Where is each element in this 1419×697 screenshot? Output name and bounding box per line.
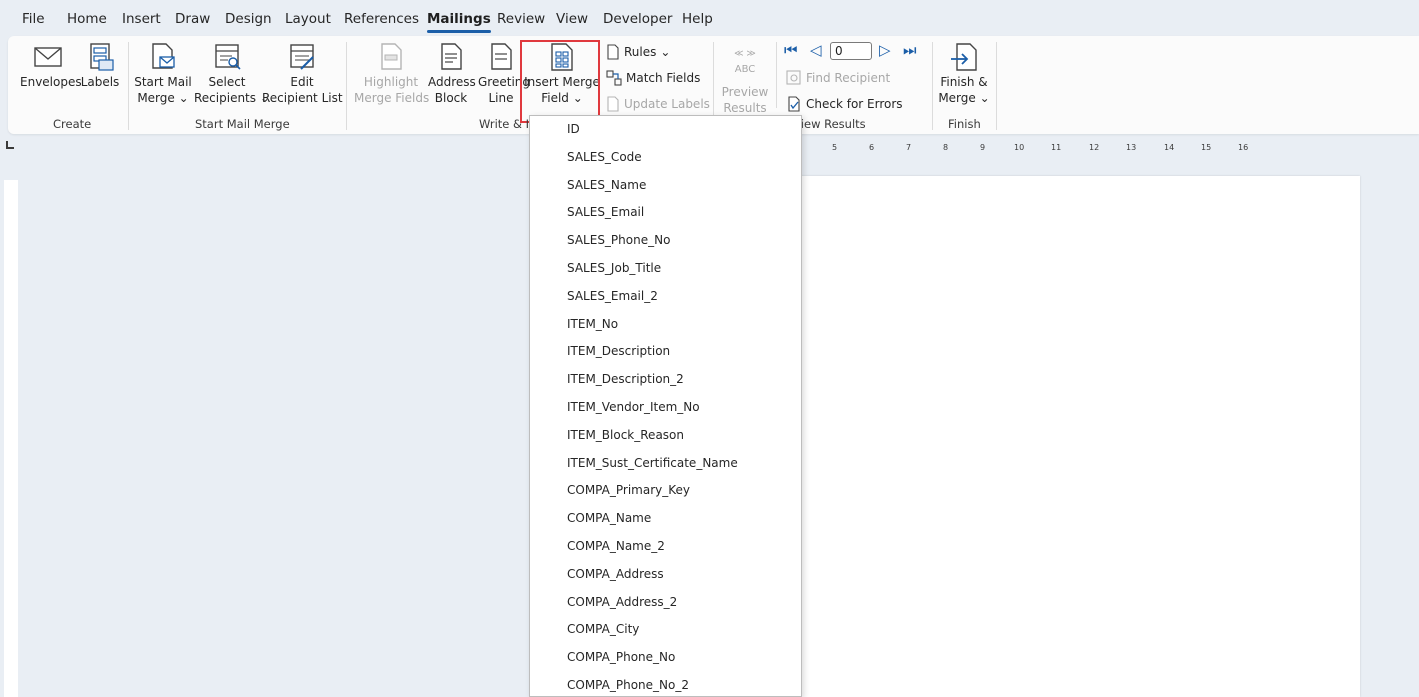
- check-errors-icon: [788, 96, 800, 112]
- preview-results-button[interactable]: ≪ ≫ ABC Preview Results: [718, 42, 772, 116]
- tab-home[interactable]: Home: [67, 11, 107, 27]
- envelopes-button[interactable]: Envelopes: [20, 42, 82, 90]
- group-label-create: Create: [53, 117, 92, 131]
- update-labels-button[interactable]: Update Labels: [606, 96, 710, 112]
- merge-field-item[interactable]: SALES_Email_2: [530, 283, 801, 311]
- address-block-icon: [441, 43, 462, 70]
- preview-arrows-icon: ≪ ≫: [734, 49, 756, 59]
- edit-recipient-list-icon: [290, 44, 314, 70]
- edit-recipient-list-button[interactable]: Edit Recipient List: [262, 42, 343, 106]
- merge-field-item[interactable]: ITEM_Sust_Certificate_Name: [530, 450, 801, 478]
- tab-draw[interactable]: Draw: [175, 11, 210, 27]
- tab-design[interactable]: Design: [225, 11, 272, 27]
- next-record-icon[interactable]: ▷: [879, 41, 891, 59]
- merge-field-item[interactable]: ITEM_No: [530, 311, 801, 339]
- merge-field-item[interactable]: COMPA_Name: [530, 505, 801, 533]
- merge-field-item[interactable]: SALES_Email: [530, 199, 801, 227]
- update-labels-icon: [607, 96, 619, 112]
- group-separator: [932, 42, 933, 130]
- merge-field-item[interactable]: ITEM_Description: [530, 338, 801, 366]
- select-recipients-icon: [215, 44, 241, 70]
- merge-field-item[interactable]: ITEM_Description_2: [530, 366, 801, 394]
- vertical-ruler: [4, 180, 18, 697]
- group-separator: [128, 42, 129, 130]
- merge-field-dropdown: ID SALES_Code SALES_Name SALES_Email SALES_P…: [529, 115, 802, 697]
- tab-selector-icon[interactable]: [6, 141, 14, 149]
- address-block-button[interactable]: Address Block: [428, 42, 476, 106]
- greeting-line-icon: [491, 43, 512, 70]
- finish-merge-icon: [951, 43, 977, 71]
- finish-merge-button[interactable]: Finish & Merge ⌄: [938, 42, 990, 106]
- highlight-merge-fields-button[interactable]: Highlight Merge Fields: [354, 42, 429, 106]
- group-separator: [996, 42, 997, 130]
- start-mail-merge-icon: [152, 43, 175, 69]
- group-label-finish: Finish: [948, 117, 981, 131]
- envelope-icon: [34, 47, 62, 67]
- tab-layout[interactable]: Layout: [285, 11, 331, 27]
- merge-field-item[interactable]: SALES_Name: [530, 172, 801, 200]
- find-recipient-icon: [786, 70, 801, 85]
- merge-field-item[interactable]: SALES_Code: [530, 144, 801, 172]
- tab-mailings[interactable]: Mailings: [427, 11, 491, 33]
- tab-view[interactable]: View: [556, 11, 588, 27]
- merge-field-item[interactable]: COMPA_Phone_No_2: [530, 672, 801, 696]
- tab-insert[interactable]: Insert: [122, 11, 161, 27]
- chevron-down-icon: ⌄: [660, 45, 671, 59]
- chevron-down-icon: ⌄: [979, 91, 990, 105]
- merge-field-item[interactable]: COMPA_City: [530, 616, 801, 644]
- group-separator: [346, 42, 347, 130]
- tab-help[interactable]: Help: [682, 11, 713, 27]
- select-recipients-button[interactable]: Select Recipients ⌄: [194, 42, 270, 106]
- greeting-line-button[interactable]: Greeting Line: [478, 42, 530, 106]
- merge-field-item[interactable]: COMPA_Primary_Key: [530, 477, 801, 505]
- chevron-down-icon: ⌄: [178, 91, 189, 105]
- highlight-icon: [381, 43, 402, 70]
- merge-field-item[interactable]: ID: [530, 116, 801, 144]
- match-fields-icon: [606, 70, 622, 86]
- match-fields-button[interactable]: Match Fields: [606, 70, 700, 86]
- tab-file[interactable]: File: [22, 11, 45, 27]
- tab-references[interactable]: References: [344, 11, 419, 27]
- group-separator: [776, 42, 777, 108]
- merge-field-item[interactable]: COMPA_Address: [530, 561, 801, 589]
- rules-icon: [607, 44, 619, 60]
- group-label-write-insert: Write & In: [479, 117, 537, 131]
- find-recipient-button[interactable]: Find Recipient: [786, 70, 890, 86]
- merge-field-item[interactable]: ITEM_Block_Reason: [530, 422, 801, 450]
- merge-field-item[interactable]: SALES_Phone_No: [530, 227, 801, 255]
- last-record-icon[interactable]: ⏭: [903, 41, 917, 59]
- tab-developer[interactable]: Developer: [603, 11, 672, 27]
- labels-icon: [90, 43, 114, 71]
- merge-field-item[interactable]: SALES_Job_Title: [530, 255, 801, 283]
- check-for-errors-button[interactable]: Check for Errors: [786, 96, 903, 112]
- group-label-preview-results: view Results: [794, 117, 866, 131]
- merge-field-item[interactable]: COMPA_Phone_No: [530, 644, 801, 672]
- previous-record-icon[interactable]: ◁: [810, 41, 822, 59]
- group-label-start-mail-merge: Start Mail Merge: [195, 117, 290, 131]
- first-record-icon[interactable]: ⏮: [784, 41, 798, 59]
- menu-bar: File Home Insert Draw Design Layout Refe…: [0, 0, 1419, 38]
- document-page[interactable]: [760, 176, 1360, 697]
- merge-field-item[interactable]: ITEM_Vendor_Item_No: [530, 394, 801, 422]
- start-mail-merge-button[interactable]: Start Mail Merge ⌄: [134, 42, 192, 106]
- tab-review[interactable]: Review: [497, 11, 545, 27]
- record-number-input[interactable]: 0: [830, 42, 872, 60]
- rules-button[interactable]: Rules ⌄: [606, 44, 670, 60]
- merge-field-item[interactable]: COMPA_Name_2: [530, 533, 801, 561]
- insert-merge-field-highlight: [520, 40, 600, 123]
- labels-button[interactable]: Labels: [80, 42, 120, 90]
- merge-field-item[interactable]: COMPA_Address_2: [530, 589, 801, 617]
